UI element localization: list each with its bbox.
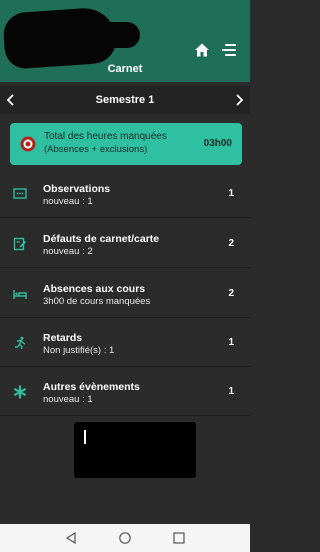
app-header: Carnet [0,0,250,82]
total-missed-hours-card[interactable]: Total des heures manquées (Absences + ex… [10,123,242,165]
page-title: Carnet [107,63,143,75]
total-title: Total des heures manquées [44,131,167,142]
row-title: Défauts de carnet/carte [43,233,160,245]
nav-recent-icon[interactable] [172,531,186,545]
text-cursor [84,430,86,444]
semester-selector: Semestre 1 [0,86,250,114]
row-count: 1 [228,188,234,199]
home-icon[interactable] [194,42,210,58]
row-title: Autres évènements [43,381,140,393]
list-item-absences[interactable]: Absences aux cours 3h00 de cours manquée… [0,270,250,318]
target-icon [20,136,36,152]
chevron-right-icon[interactable] [232,93,246,107]
redaction-blob-extension [60,22,140,48]
list-item-late[interactable]: Retards Non justifié(s) : 1 1 [0,319,250,367]
row-count: 2 [228,238,234,249]
total-subtitle: (Absences + exclusions) [44,144,148,155]
row-title: Absences aux cours [43,283,146,295]
card-edit-icon [13,237,27,251]
nav-home-icon[interactable] [118,531,132,545]
menu-icon[interactable] [221,42,237,58]
row-subtitle: Non justifié(s) : 1 [43,345,115,356]
nav-back-icon[interactable] [64,531,78,545]
row-count: 1 [228,337,234,348]
row-subtitle: nouveau : 1 [43,394,93,405]
semester-label: Semestre 1 [95,94,155,106]
row-count: 1 [228,386,234,397]
row-subtitle: 3h00 de cours manquées [43,296,151,307]
bed-icon [13,290,27,299]
running-icon [15,336,26,350]
redaction-box [74,422,196,478]
row-title: Observations [43,183,111,195]
comment-icon [13,188,27,199]
list-item-card-defects[interactable]: Défauts de carnet/carte nouveau : 2 2 [0,220,250,268]
android-nav-bar [0,524,250,552]
total-value: 03h00 [203,138,232,149]
row-count: 2 [228,288,234,299]
asterisk-icon [14,385,26,399]
list-item-observations[interactable]: Observations nouveau : 1 1 [0,170,250,218]
row-subtitle: nouveau : 1 [43,196,93,207]
row-subtitle: nouveau : 2 [43,246,93,257]
list-item-other-events[interactable]: Autres évènements nouveau : 1 1 [0,368,250,416]
row-title: Retards [43,332,83,344]
